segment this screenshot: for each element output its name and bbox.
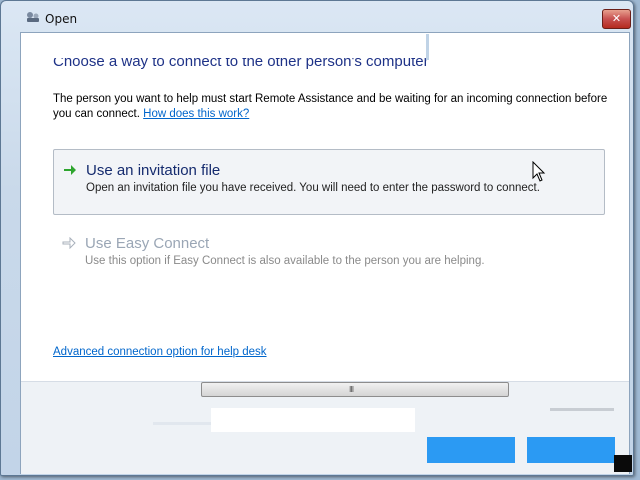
- bottom-pane: III: [21, 381, 629, 474]
- option-description: Open an invitation file you have receive…: [86, 182, 540, 194]
- blue-button-right[interactable]: [527, 437, 615, 463]
- advanced-connection-link[interactable]: Advanced connection option for help desk: [53, 346, 267, 358]
- dialog-content: Choose a way to connect to the other per…: [20, 32, 630, 474]
- render-artifact-block: [211, 408, 415, 432]
- description-body: The person you want to help must start R…: [53, 93, 608, 120]
- how-does-this-work-link[interactable]: How does this work?: [143, 108, 249, 120]
- window-title: Open: [45, 12, 78, 26]
- mouse-pointer-icon: [532, 161, 546, 182]
- scrollbar-grip[interactable]: III: [349, 385, 354, 394]
- horizontal-scrollbar[interactable]: III: [201, 382, 509, 397]
- use-invitation-file-option[interactable]: Use an invitation file Open an invitatio…: [53, 149, 605, 215]
- remote-assistance-icon: [27, 12, 39, 22]
- description-text: The person you want to help must start R…: [53, 92, 618, 122]
- blue-button-left[interactable]: [427, 437, 515, 463]
- close-icon: ✕: [611, 12, 622, 25]
- green-arrow-icon: [64, 165, 76, 175]
- render-artifact-divider: [426, 34, 429, 60]
- use-easy-connect-option: Use Easy Connect Use this option if Easy…: [53, 223, 603, 287]
- screen-corner: [614, 455, 632, 472]
- gray-arrow-icon: [62, 237, 76, 249]
- render-artifact: [41, 36, 426, 58]
- render-artifact-stub: [550, 408, 614, 411]
- close-button[interactable]: ✕: [602, 9, 631, 29]
- dialog-window: Open ✕ Choose a way to connect to the ot…: [0, 0, 634, 476]
- option-description: Use this option if Easy Connect is also …: [85, 255, 485, 267]
- render-artifact-line: [153, 422, 213, 425]
- title-bar[interactable]: Open ✕: [1, 1, 633, 33]
- option-title: Use Easy Connect: [85, 235, 210, 252]
- option-title: Use an invitation file: [86, 162, 221, 179]
